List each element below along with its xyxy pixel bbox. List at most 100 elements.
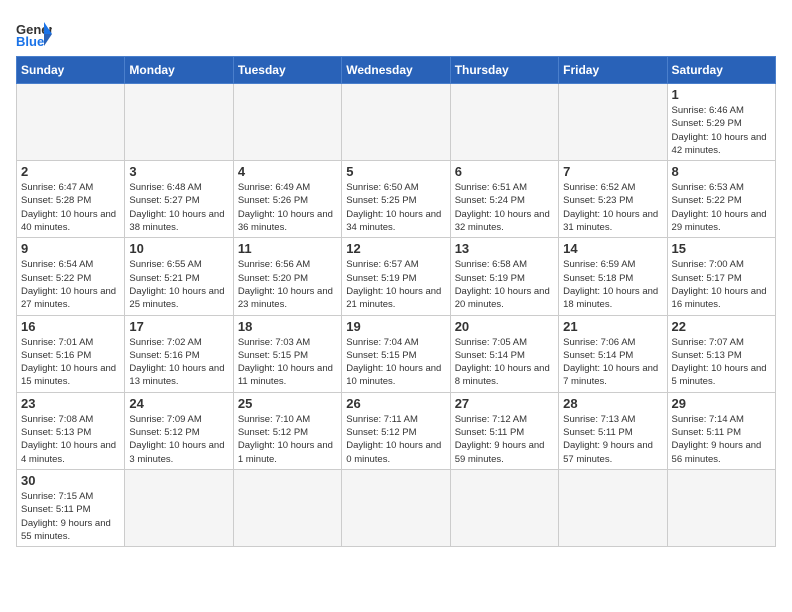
day-info: Sunrise: 6:52 AMSunset: 5:23 PMDaylight:… (563, 181, 662, 234)
calendar-cell (17, 84, 125, 161)
weekday-thursday: Thursday (450, 57, 558, 84)
day-number: 19 (346, 319, 445, 334)
calendar-row: 9 Sunrise: 6:54 AMSunset: 5:22 PMDaylight… (17, 238, 776, 315)
calendar-row: 1Sunrise: 6:46 AMSunset: 5:29 PMDaylight… (17, 84, 776, 161)
day-number: 9 (21, 241, 120, 256)
calendar-cell (342, 469, 450, 546)
calendar-cell: 23Sunrise: 7:08 AMSunset: 5:13 PMDayligh… (17, 392, 125, 469)
calendar-cell (233, 84, 341, 161)
calendar-cell: 28Sunrise: 7:13 AMSunset: 5:11 PMDayligh… (559, 392, 667, 469)
calendar-row: 23Sunrise: 7:08 AMSunset: 5:13 PMDayligh… (17, 392, 776, 469)
weekday-monday: Monday (125, 57, 233, 84)
day-info: Sunrise: 7:15 AMSunset: 5:11 PMDaylight:… (21, 490, 120, 543)
day-info: Sunrise: 6:58 AMSunset: 5:19 PMDaylight:… (455, 258, 554, 311)
calendar-cell: 25 Sunrise: 7:10 AMSunset: 5:12 PMDayligh… (233, 392, 341, 469)
calendar-cell (233, 469, 341, 546)
day-number: 30 (21, 473, 120, 488)
day-number: 23 (21, 396, 120, 411)
calendar-cell: 27 Sunrise: 7:12 AMSunset: 5:11 PMDayligh… (450, 392, 558, 469)
calendar-row: 2 Sunrise: 6:47 AMSunset: 5:28 PMDaylight… (17, 161, 776, 238)
day-number: 4 (238, 164, 337, 179)
day-info: Sunrise: 6:53 AMSunset: 5:22 PMDaylight:… (672, 181, 771, 234)
calendar-cell (125, 469, 233, 546)
calendar-cell: 3Sunrise: 6:48 AMSunset: 5:27 PMDaylight… (125, 161, 233, 238)
calendar-cell: 15Sunrise: 7:00 AMSunset: 5:17 PMDayligh… (667, 238, 775, 315)
day-info: Sunrise: 7:06 AMSunset: 5:14 PMDaylight:… (563, 336, 662, 389)
calendar-cell: 10Sunrise: 6:55 AMSunset: 5:21 PMDayligh… (125, 238, 233, 315)
calendar-cell: 9 Sunrise: 6:54 AMSunset: 5:22 PMDaylight… (17, 238, 125, 315)
calendar-cell: 4 Sunrise: 6:49 AMSunset: 5:26 PMDaylight… (233, 161, 341, 238)
calendar-cell (342, 84, 450, 161)
day-number: 13 (455, 241, 554, 256)
calendar-cell: 6 Sunrise: 6:51 AMSunset: 5:24 PMDaylight… (450, 161, 558, 238)
page-header: General Blue (16, 16, 776, 48)
day-number: 20 (455, 319, 554, 334)
calendar-cell (667, 469, 775, 546)
day-info: Sunrise: 7:01 AMSunset: 5:16 PMDaylight:… (21, 336, 120, 389)
calendar-cell (450, 84, 558, 161)
calendar-cell: 14 Sunrise: 6:59 AMSunset: 5:18 PMDayligh… (559, 238, 667, 315)
weekday-header-row: SundayMondayTuesdayWednesdayThursdayFrid… (17, 57, 776, 84)
day-info: Sunrise: 6:59 AMSunset: 5:18 PMDaylight:… (563, 258, 662, 311)
day-info: Sunrise: 6:49 AMSunset: 5:26 PMDaylight:… (238, 181, 337, 234)
day-info: Sunrise: 6:51 AMSunset: 5:24 PMDaylight:… (455, 181, 554, 234)
calendar-cell (450, 469, 558, 546)
day-number: 25 (238, 396, 337, 411)
calendar-cell: 29Sunrise: 7:14 AMSunset: 5:11 PMDayligh… (667, 392, 775, 469)
day-number: 2 (21, 164, 120, 179)
day-number: 21 (563, 319, 662, 334)
day-info: Sunrise: 7:04 AMSunset: 5:15 PMDaylight:… (346, 336, 445, 389)
day-number: 14 (563, 241, 662, 256)
day-number: 24 (129, 396, 228, 411)
day-info: Sunrise: 7:14 AMSunset: 5:11 PMDaylight:… (672, 413, 771, 466)
day-info: Sunrise: 7:13 AMSunset: 5:11 PMDaylight:… (563, 413, 662, 466)
day-number: 12 (346, 241, 445, 256)
calendar-cell: 22Sunrise: 7:07 AMSunset: 5:13 PMDayligh… (667, 315, 775, 392)
calendar-cell: 21 Sunrise: 7:06 AMSunset: 5:14 PMDayligh… (559, 315, 667, 392)
calendar-cell (125, 84, 233, 161)
day-number: 27 (455, 396, 554, 411)
calendar-cell: 13 Sunrise: 6:58 AMSunset: 5:19 PMDayligh… (450, 238, 558, 315)
day-info: Sunrise: 7:10 AMSunset: 5:12 PMDaylight:… (238, 413, 337, 466)
calendar-cell: 26Sunrise: 7:11 AMSunset: 5:12 PMDayligh… (342, 392, 450, 469)
day-number: 11 (238, 241, 337, 256)
calendar-cell: 18Sunrise: 7:03 AMSunset: 5:15 PMDayligh… (233, 315, 341, 392)
calendar-table: SundayMondayTuesdayWednesdayThursdayFrid… (16, 56, 776, 547)
calendar-cell: 30 Sunrise: 7:15 AMSunset: 5:11 PMDayligh… (17, 469, 125, 546)
weekday-friday: Friday (559, 57, 667, 84)
weekday-saturday: Saturday (667, 57, 775, 84)
day-number: 5 (346, 164, 445, 179)
calendar-cell: 5 Sunrise: 6:50 AMSunset: 5:25 PMDaylight… (342, 161, 450, 238)
day-info: Sunrise: 6:47 AMSunset: 5:28 PMDaylight:… (21, 181, 120, 234)
day-info: Sunrise: 7:02 AMSunset: 5:16 PMDaylight:… (129, 336, 228, 389)
day-number: 6 (455, 164, 554, 179)
day-info: Sunrise: 7:05 AMSunset: 5:14 PMDaylight:… (455, 336, 554, 389)
calendar-cell: 7 Sunrise: 6:52 AMSunset: 5:23 PMDaylight… (559, 161, 667, 238)
day-info: Sunrise: 7:11 AMSunset: 5:12 PMDaylight:… (346, 413, 445, 466)
day-number: 17 (129, 319, 228, 334)
calendar-row: 30 Sunrise: 7:15 AMSunset: 5:11 PMDayligh… (17, 469, 776, 546)
day-number: 8 (672, 164, 771, 179)
calendar-cell (559, 84, 667, 161)
weekday-wednesday: Wednesday (342, 57, 450, 84)
calendar-cell: 1Sunrise: 6:46 AMSunset: 5:29 PMDaylight… (667, 84, 775, 161)
svg-text:Blue: Blue (16, 34, 44, 48)
day-info: Sunrise: 7:03 AMSunset: 5:15 PMDaylight:… (238, 336, 337, 389)
day-info: Sunrise: 6:55 AMSunset: 5:21 PMDaylight:… (129, 258, 228, 311)
day-number: 3 (129, 164, 228, 179)
calendar-cell: 24Sunrise: 7:09 AMSunset: 5:12 PMDayligh… (125, 392, 233, 469)
day-info: Sunrise: 7:12 AMSunset: 5:11 PMDaylight:… (455, 413, 554, 466)
day-number: 15 (672, 241, 771, 256)
day-number: 7 (563, 164, 662, 179)
calendar-cell: 19 Sunrise: 7:04 AMSunset: 5:15 PMDayligh… (342, 315, 450, 392)
weekday-tuesday: Tuesday (233, 57, 341, 84)
day-info: Sunrise: 6:54 AMSunset: 5:22 PMDaylight:… (21, 258, 120, 311)
calendar-cell: 20 Sunrise: 7:05 AMSunset: 5:14 PMDayligh… (450, 315, 558, 392)
day-info: Sunrise: 6:57 AMSunset: 5:19 PMDaylight:… (346, 258, 445, 311)
calendar-cell: 11Sunrise: 6:56 AMSunset: 5:20 PMDayligh… (233, 238, 341, 315)
day-info: Sunrise: 6:50 AMSunset: 5:25 PMDaylight:… (346, 181, 445, 234)
day-number: 16 (21, 319, 120, 334)
calendar-cell: 8 Sunrise: 6:53 AMSunset: 5:22 PMDaylight… (667, 161, 775, 238)
calendar-cell: 17 Sunrise: 7:02 AMSunset: 5:16 PMDayligh… (125, 315, 233, 392)
calendar-row: 16 Sunrise: 7:01 AMSunset: 5:16 PMDayligh… (17, 315, 776, 392)
